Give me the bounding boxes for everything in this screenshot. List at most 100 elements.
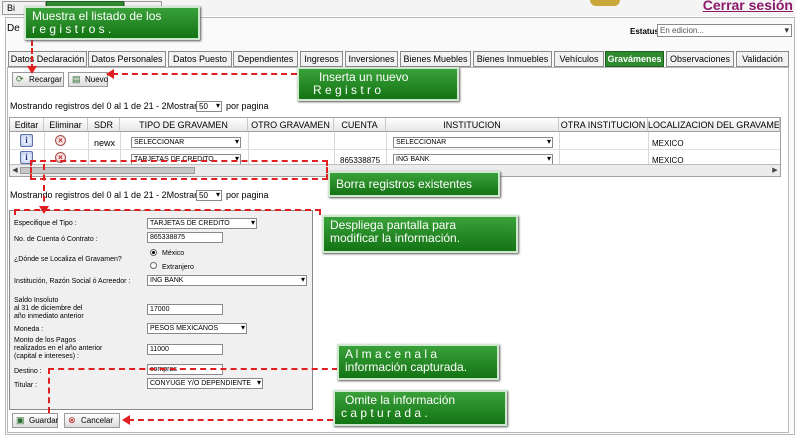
tipo-select[interactable]: TARJETAS DE CREDITO bbox=[147, 218, 257, 229]
save-button[interactable]: ▣ Guardar bbox=[12, 413, 58, 428]
tab-dependientes[interactable]: Dependientes bbox=[233, 51, 298, 67]
col-localizacion[interactable]: LOCALIZACION DEL GRAVAMEN bbox=[648, 118, 780, 132]
grid-divider bbox=[334, 132, 335, 164]
saldo-label-1: Saldo Insoluto bbox=[14, 297, 59, 304]
cuenta-input[interactable]: 865338875 bbox=[147, 232, 223, 243]
scroll-right-icon[interactable]: ▶ bbox=[770, 165, 780, 176]
scroll-left-icon[interactable]: ◀ bbox=[10, 165, 20, 176]
radio-mexico-label: México bbox=[162, 250, 185, 257]
tab-vehiculos[interactable]: Vehículos bbox=[554, 51, 604, 67]
tab-datos-personales[interactable]: Datos Personales bbox=[88, 51, 166, 67]
reload-label: Recargar bbox=[29, 75, 62, 84]
pagos-label-2: realizados en el año anterior bbox=[14, 345, 103, 352]
col-sdr[interactable]: SDR bbox=[88, 118, 120, 132]
callout-omite: Omite la información c a p t u r a d a . bbox=[333, 390, 507, 426]
annotation-highlight bbox=[30, 160, 328, 180]
annotation-highlight bbox=[14, 209, 321, 215]
grid-row-divider bbox=[10, 149, 780, 150]
annotation-line bbox=[48, 368, 338, 370]
tab-validacion[interactable]: Validación bbox=[736, 51, 789, 67]
tab-datos-declaracion[interactable]: Datos Declaración bbox=[8, 51, 87, 67]
grid-divider bbox=[648, 132, 649, 164]
per-page-select-bottom[interactable]: 50 bbox=[196, 190, 222, 201]
grid-divider bbox=[559, 132, 560, 164]
estatus-select[interactable]: En edicion... bbox=[657, 24, 792, 37]
grid-divider bbox=[386, 132, 387, 164]
moneda-select[interactable]: PESOS MEXICANOS bbox=[147, 323, 247, 334]
pagos-label-3: (capital e intereses) : bbox=[14, 353, 79, 360]
save-icon: ▣ bbox=[16, 415, 25, 425]
radio-extranjero[interactable] bbox=[150, 262, 157, 269]
titular-label: Titular : bbox=[14, 382, 38, 389]
institucion-select[interactable]: ING BANK bbox=[147, 275, 307, 286]
reload-button[interactable]: ⟳ Recargar bbox=[12, 72, 64, 87]
arrow-down-icon bbox=[27, 66, 37, 74]
tipo-label: Especifique el Tipo : bbox=[14, 220, 77, 227]
col-otro-gravamen[interactable]: OTRO GRAVAMEN bbox=[248, 118, 334, 132]
cuenta-label: No. de Cuenta ó Contrato : bbox=[14, 236, 98, 243]
tab-bienes-muebles[interactable]: Bienes Muebles bbox=[400, 51, 471, 67]
col-institucion[interactable]: INSTITUCION bbox=[386, 118, 559, 132]
tab-bienes-inmuebles[interactable]: Bienes Inmuebles bbox=[473, 51, 552, 67]
pager-info-top: Mostrando registros del 0 al 1 de 21 - 2… bbox=[10, 101, 210, 111]
callout-text: R e g i s t r o bbox=[313, 83, 382, 97]
col-tipo-gravamen[interactable]: TIPO DE GRAVAMEN bbox=[120, 118, 248, 132]
pagos-input[interactable]: 11000 bbox=[147, 344, 223, 355]
save-label: Guardar bbox=[29, 416, 59, 425]
logo bbox=[590, 0, 620, 6]
callout-text: Borra registros existentes bbox=[336, 177, 473, 191]
tab-observaciones[interactable]: Observaciones bbox=[666, 51, 734, 67]
arrow-left-icon bbox=[122, 415, 130, 425]
pagos-label-1: Monto de los Pagos bbox=[14, 337, 76, 344]
institucion-label: Institución, Razón Social ó Acreedor : bbox=[14, 278, 131, 285]
per-page-suffix-bottom: por pagina bbox=[226, 190, 269, 200]
moneda-label: Moneda : bbox=[14, 326, 44, 333]
logout-link[interactable]: Cerrar sesión bbox=[703, 0, 793, 13]
callout-listado: Muestra el listado de los r e g i s t r … bbox=[24, 6, 200, 40]
delete-icon[interactable]: × bbox=[55, 135, 66, 146]
cancel-label: Cancelar bbox=[81, 416, 114, 425]
callout-text: c a p t u r a d a . bbox=[341, 406, 428, 420]
radio-extranjero-label: Extranjero bbox=[162, 264, 194, 271]
arrow-left-icon bbox=[106, 69, 114, 79]
declarante-label: De bbox=[7, 23, 20, 34]
callout-despliega: Despliega pantalla para modificar la inf… bbox=[322, 215, 518, 253]
cancel-icon: ⊗ bbox=[68, 415, 76, 425]
callout-inserta: Inserta un nuevo R e g i s t r o bbox=[297, 67, 459, 101]
col-cuenta[interactable]: CUENTA bbox=[334, 118, 386, 132]
localizacion-cell: MEXICO bbox=[652, 139, 684, 148]
new-button[interactable]: ▤ Nuevo bbox=[68, 72, 108, 87]
edit-info-icon[interactable]: i bbox=[20, 134, 33, 147]
tipo-gravamen-select[interactable]: SELECCIONAR bbox=[131, 137, 241, 148]
callout-almacena: A l m a c e n a l a información capturad… bbox=[337, 344, 499, 380]
per-page-select-top[interactable]: 50 bbox=[196, 101, 222, 112]
sdr-cell: newx bbox=[94, 138, 116, 148]
callout-text: r e g i s t r o s . bbox=[32, 22, 112, 36]
per-page-suffix-top: por pagina bbox=[226, 101, 269, 111]
new-document-icon: ▤ bbox=[72, 74, 81, 84]
pager-info-bottom: Mostrando registros del 0 al 1 de 21 - 2… bbox=[10, 190, 210, 200]
callout-text: modificar la información. bbox=[330, 231, 461, 245]
destino-label: Destino : bbox=[14, 368, 42, 375]
tab-ingresos[interactable]: Ingresos bbox=[300, 51, 343, 67]
col-eliminar[interactable]: Eliminar bbox=[44, 118, 88, 132]
radio-mexico[interactable] bbox=[150, 249, 157, 256]
callout-text: información capturada. bbox=[345, 360, 468, 374]
new-label: Nuevo bbox=[85, 75, 109, 84]
localiza-label: ¿Dónde se Localiza el Gravamen? bbox=[14, 256, 122, 263]
refresh-icon: ⟳ bbox=[16, 74, 24, 84]
edit-form: Especifique el Tipo : TARJETAS DE CREDIT… bbox=[9, 210, 313, 410]
saldo-input[interactable]: 17000 bbox=[147, 304, 223, 315]
tab-gravamenes[interactable]: Gravámenes bbox=[605, 51, 664, 67]
estatus-label: Estatus bbox=[630, 27, 659, 36]
tab-datos-puesto[interactable]: Datos Puesto bbox=[168, 51, 232, 67]
col-otra-institucion[interactable]: OTRA INSTITUCION bbox=[559, 118, 648, 132]
annotation-line bbox=[48, 368, 50, 413]
titular-select[interactable]: CONYUGE Y/O DEPENDIENTE bbox=[147, 378, 263, 389]
tab-inversiones[interactable]: Inversiones bbox=[345, 51, 398, 67]
callout-borra: Borra registros existentes bbox=[328, 171, 500, 197]
saldo-label-3: año inmediato anterior bbox=[14, 313, 84, 320]
cancel-button[interactable]: ⊗ Cancelar bbox=[64, 413, 120, 428]
institucion-select[interactable]: SELECCIONAR bbox=[393, 137, 553, 148]
col-editar[interactable]: Editar bbox=[10, 118, 44, 132]
